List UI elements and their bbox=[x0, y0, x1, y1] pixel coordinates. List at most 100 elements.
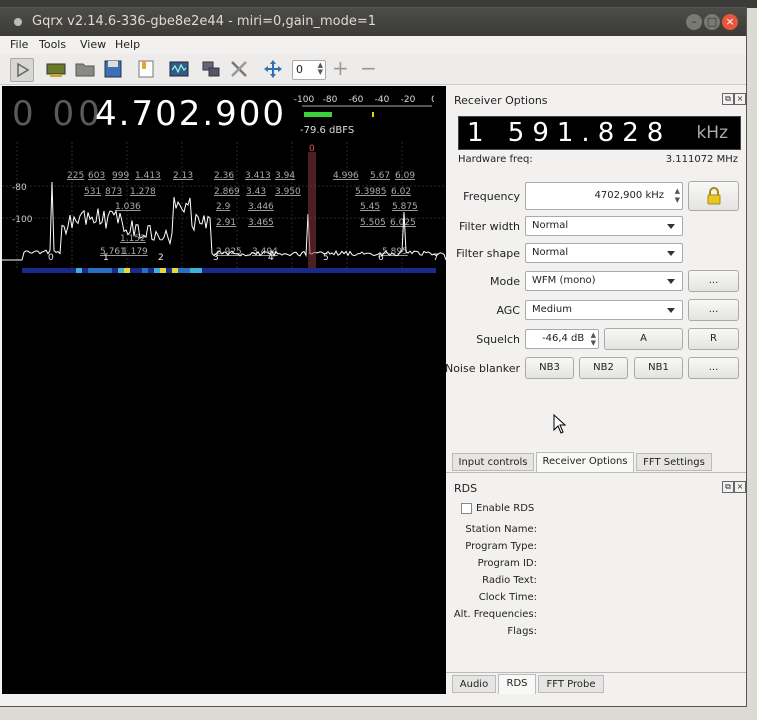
lock-button[interactable] bbox=[688, 181, 739, 211]
waterfall-cell bbox=[310, 268, 316, 273]
squelch-auto-button[interactable]: A bbox=[604, 328, 683, 350]
spin-arrows-icon[interactable]: ▲ ▼ bbox=[591, 331, 596, 347]
hardware-freq-label: Hardware freq: bbox=[458, 154, 533, 165]
dock-close-icon[interactable]: × bbox=[734, 93, 746, 105]
auto-range-button[interactable] bbox=[262, 58, 284, 80]
dock-close-icon[interactable]: × bbox=[734, 481, 746, 493]
dock-tabs-bottom: Audio RDS FFT Probe bbox=[446, 672, 746, 695]
tab-input-controls[interactable]: Input controls bbox=[452, 453, 534, 471]
title-bar[interactable]: Gqrx v2.14.6-336-gbe8e2e44 - miri=0,gain… bbox=[0, 8, 746, 36]
tab-receiver-options[interactable]: Receiver Options bbox=[536, 452, 634, 472]
bookmark-label: 3.446 bbox=[248, 202, 274, 212]
agc-combo[interactable]: Medium bbox=[525, 300, 683, 320]
waveform-icon bbox=[168, 58, 190, 80]
spin-arrows-icon[interactable]: ▲ ▼ bbox=[318, 62, 323, 76]
waterfall-cell bbox=[346, 268, 352, 273]
configure-button[interactable] bbox=[228, 58, 250, 80]
bookmark-label: 1.152 bbox=[120, 234, 146, 244]
tab-fft-probe[interactable]: FFT Probe bbox=[538, 675, 604, 693]
squelch-value: -46,4 dB bbox=[542, 333, 584, 344]
chevron-down-icon bbox=[667, 251, 675, 256]
waterfall-cell bbox=[406, 268, 412, 273]
zoom-out-button[interactable]: − bbox=[360, 56, 377, 80]
tab-rds[interactable]: RDS bbox=[498, 674, 536, 694]
frequency-display-dim: 0 00 bbox=[12, 94, 104, 134]
bookmark-label: 999 bbox=[112, 171, 129, 181]
nb2-button[interactable]: NB2 bbox=[579, 357, 628, 379]
move-arrows-icon bbox=[262, 58, 284, 80]
agc-label: AGC bbox=[402, 304, 520, 317]
dsp-button[interactable] bbox=[168, 58, 190, 80]
waterfall-cell bbox=[124, 268, 130, 273]
minimize-button[interactable]: – bbox=[686, 14, 702, 30]
tab-fft-settings[interactable]: FFT Settings bbox=[636, 453, 712, 471]
menu-tools[interactable]: Tools bbox=[39, 38, 66, 51]
freq-tick-label: 0 bbox=[48, 253, 54, 263]
nb3-button[interactable]: NB3 bbox=[525, 357, 574, 379]
play-button[interactable] bbox=[10, 58, 34, 82]
waterfall-cell bbox=[250, 268, 256, 273]
menu-file[interactable]: File bbox=[10, 38, 28, 51]
nb1-button[interactable]: NB1 bbox=[634, 357, 683, 379]
folder-icon bbox=[74, 58, 96, 80]
squelch-spinbox[interactable]: -46,4 dB ▲ ▼ bbox=[525, 329, 599, 349]
io-devices-button[interactable] bbox=[45, 58, 67, 80]
waterfall-cell bbox=[238, 268, 244, 273]
window-menu-icon[interactable] bbox=[14, 18, 22, 26]
bookmarks-button[interactable] bbox=[135, 58, 157, 80]
menu-view[interactable]: View bbox=[80, 38, 106, 51]
spectrum-plot[interactable]: 0 00 4.702.900 -100 -80 -60 -40 -20 0 -79.6 d… bbox=[2, 86, 446, 694]
nb-options-button[interactable]: ... bbox=[688, 357, 739, 379]
mode-options-button[interactable]: ... bbox=[688, 270, 739, 292]
bookmark-label: 1.278 bbox=[130, 187, 156, 197]
float-icon[interactable]: ⧉ bbox=[722, 481, 734, 493]
spin-arrows-icon[interactable]: ▲ ▼ bbox=[675, 187, 680, 205]
waterfall-cell bbox=[376, 268, 382, 273]
remote-control-button[interactable] bbox=[200, 58, 222, 80]
freq-tick-label: 3 bbox=[213, 253, 219, 263]
program-type-label: Program Type: bbox=[437, 541, 537, 552]
waterfall-cell bbox=[382, 268, 388, 273]
center-marker-label: 0 bbox=[309, 144, 315, 154]
fft-panel[interactable]: -80-100225 603 999 1.413 2.13 2.36 3.413 3.94 4.… bbox=[2, 142, 446, 282]
open-settings-button[interactable] bbox=[74, 58, 96, 80]
filter-width-combo[interactable]: Normal bbox=[525, 216, 683, 236]
squelch-reset-button[interactable]: R bbox=[688, 328, 739, 350]
bookmark-label: 3.413 bbox=[245, 171, 271, 181]
menu-help[interactable]: Help bbox=[115, 38, 140, 51]
mode-label: Mode bbox=[402, 275, 520, 288]
meter-tick-label: -100 bbox=[294, 95, 314, 105]
waterfall-cell bbox=[100, 268, 106, 273]
lcd-value: 1 591.828 bbox=[467, 118, 671, 148]
maximize-button[interactable]: □ bbox=[704, 14, 720, 30]
filter-shape-combo[interactable]: Normal bbox=[525, 243, 683, 263]
meter-readout: -79.6 dBFS bbox=[300, 125, 354, 136]
meter-tick-label: -20 bbox=[401, 95, 416, 105]
float-icon[interactable]: ⧉ bbox=[722, 93, 734, 105]
receiver-frequency-lcd[interactable]: 1 591.828 kHz bbox=[458, 116, 741, 150]
waterfall-cell bbox=[316, 268, 322, 273]
freq-tick-label: 2 bbox=[158, 253, 164, 263]
waterfall-cell bbox=[40, 268, 46, 273]
close-button[interactable]: × bbox=[722, 14, 738, 30]
waterfall-cell bbox=[208, 268, 214, 273]
save-settings-button[interactable] bbox=[102, 58, 124, 80]
tab-audio[interactable]: Audio bbox=[452, 675, 496, 693]
bookmark-label: 3.43 bbox=[246, 187, 266, 197]
frequency-spinbox[interactable]: 4702,900 kHz ▲ ▼ bbox=[525, 182, 683, 210]
meter-tick-label: -60 bbox=[349, 95, 364, 105]
enable-rds-checkbox[interactable] bbox=[461, 503, 472, 514]
mode-combo[interactable]: WFM (mono) bbox=[525, 271, 683, 291]
freq-tick-label: 1 bbox=[103, 253, 109, 263]
waterfall-cell bbox=[412, 268, 418, 273]
toolbar-spinbox[interactable]: 0 ▲ ▼ bbox=[292, 60, 326, 80]
tools-icon bbox=[228, 58, 250, 80]
waterfall-cell bbox=[430, 268, 436, 273]
zoom-in-button[interactable]: + bbox=[332, 56, 349, 80]
agc-options-button[interactable]: ... bbox=[688, 299, 739, 321]
waterfall-cell bbox=[244, 268, 250, 273]
bookmark-label: 1.179 bbox=[122, 247, 148, 257]
waterfall-cell bbox=[232, 268, 238, 273]
frequency-display[interactable]: 4.702.900 bbox=[95, 94, 286, 134]
waterfall-cell bbox=[178, 268, 184, 273]
